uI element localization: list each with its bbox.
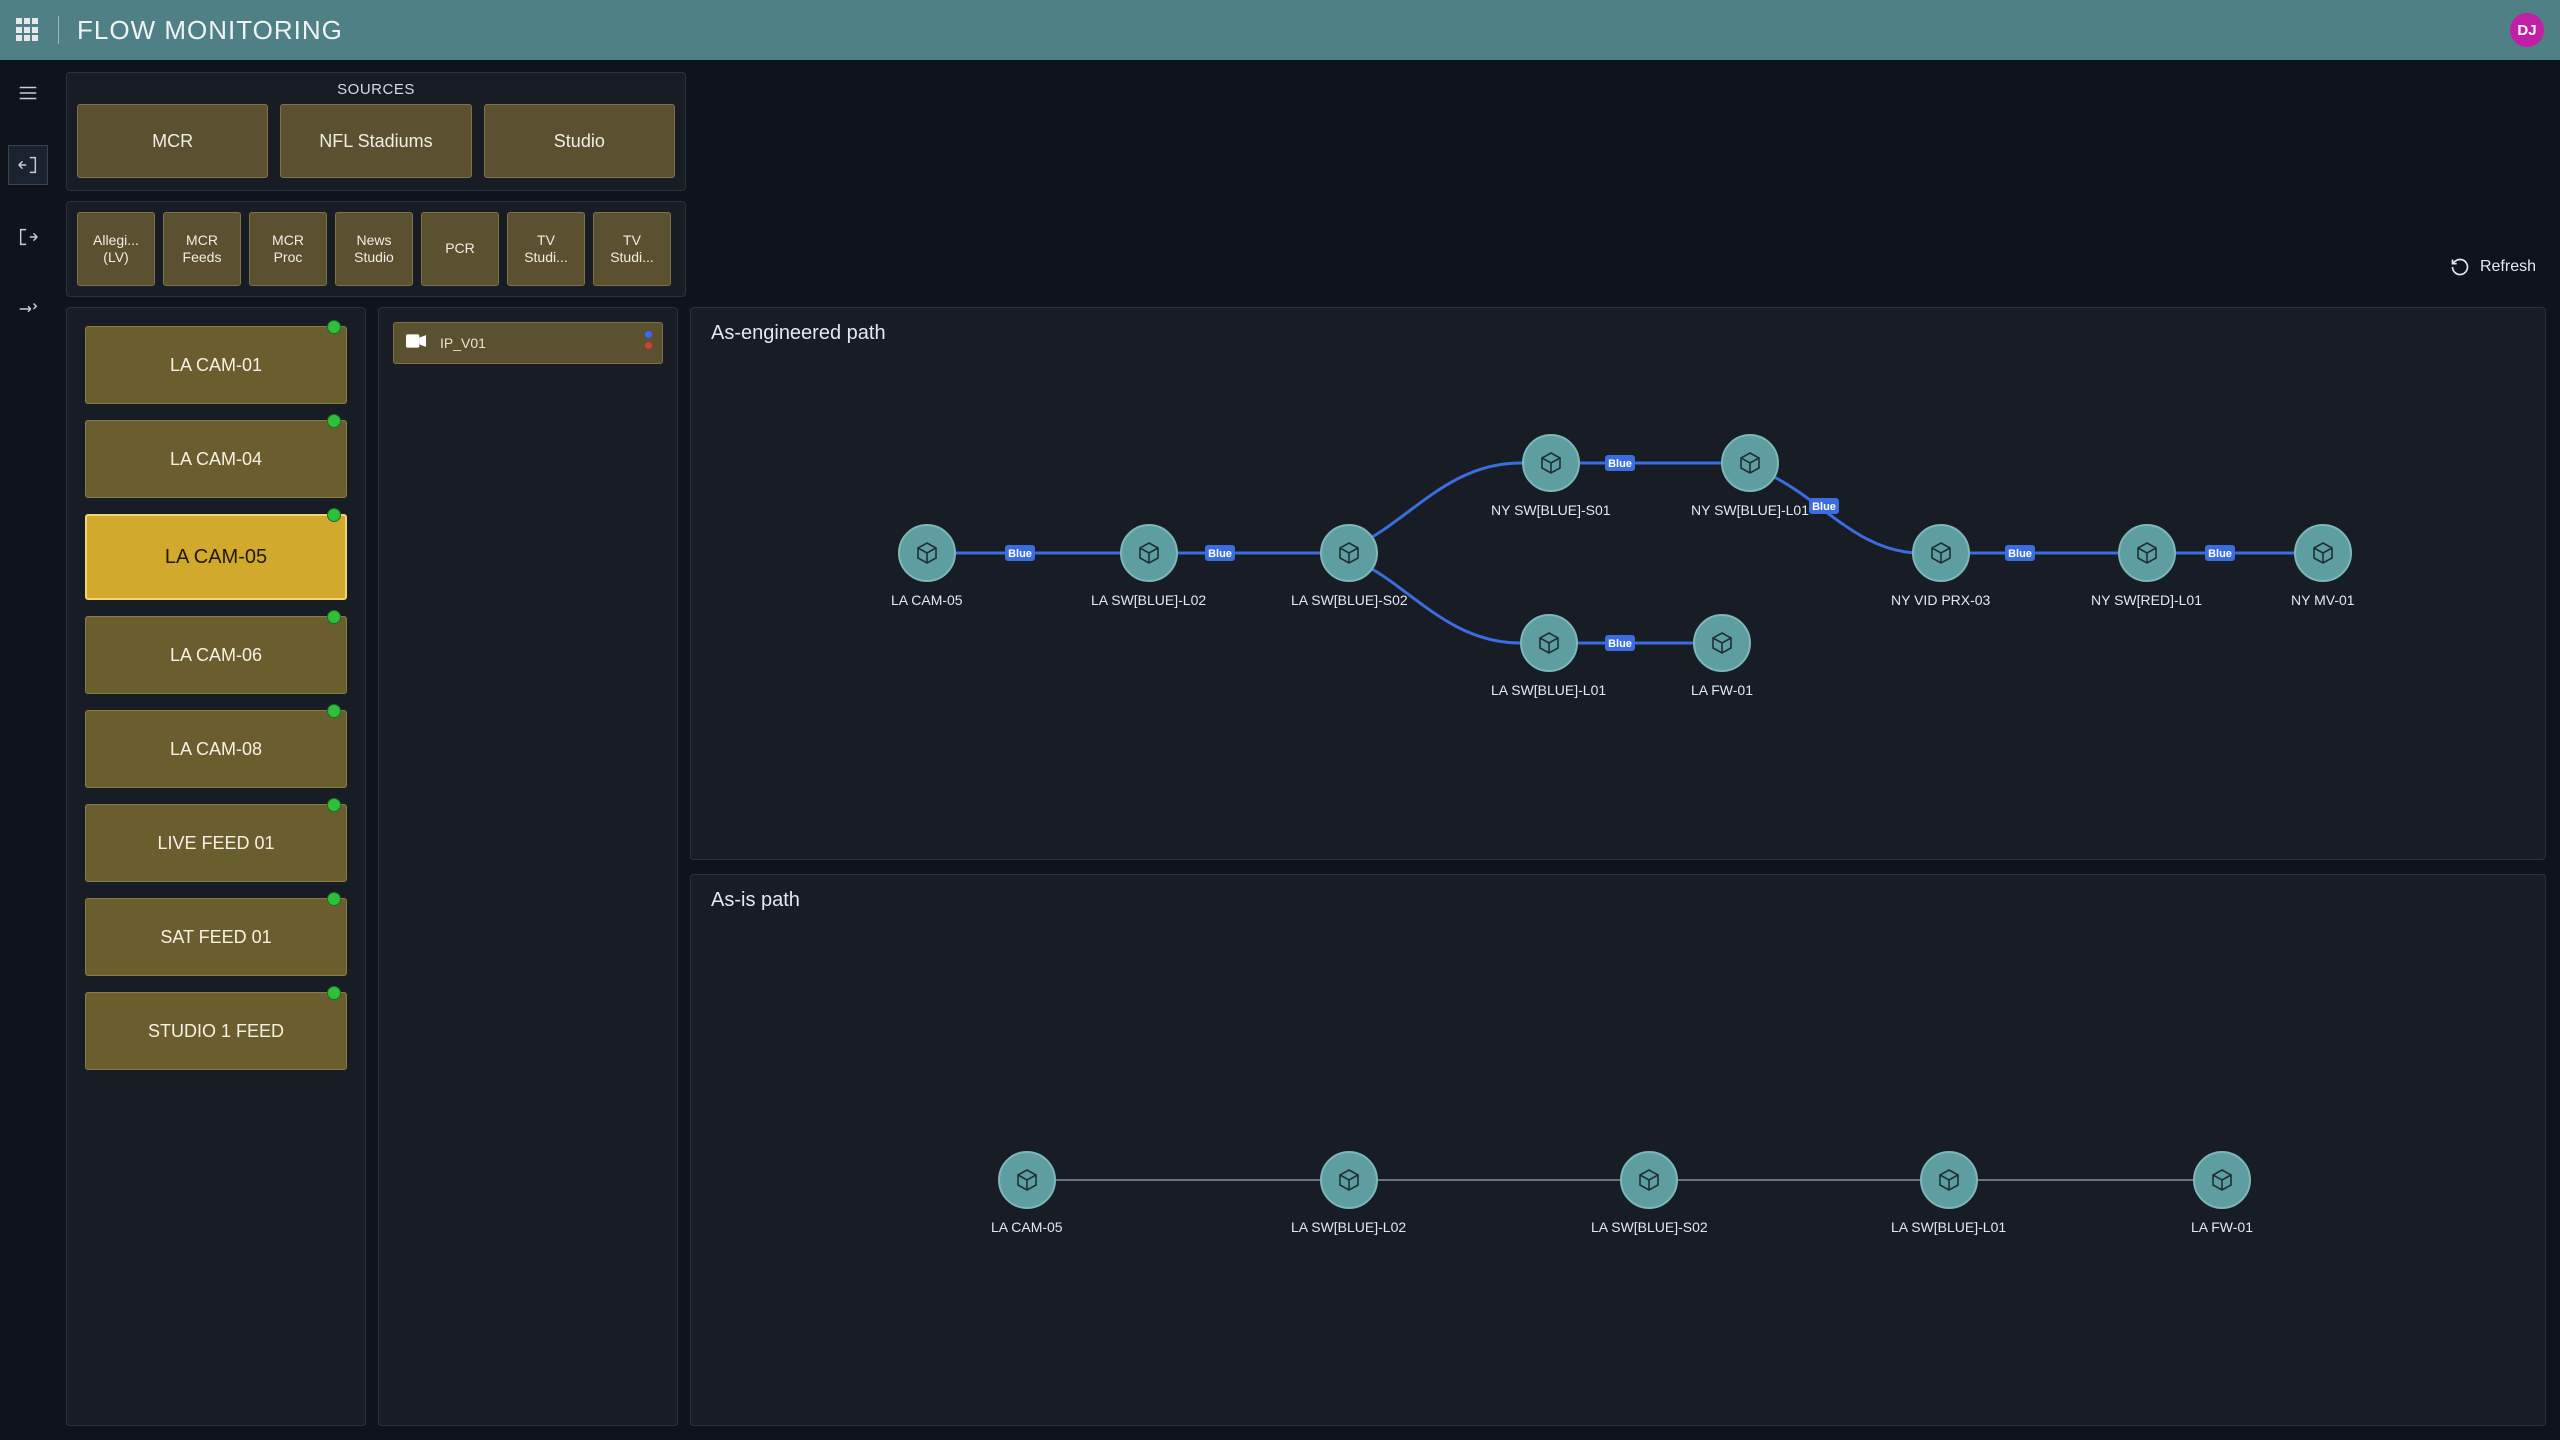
panel-title: As-is path xyxy=(711,889,2525,912)
svg-text:Blue: Blue xyxy=(1608,638,1632,650)
source-item[interactable]: LA CAM-08 xyxy=(85,710,347,788)
topology-node[interactable]: LA SW[BLUE]-L01 xyxy=(1891,1151,2006,1235)
status-dot xyxy=(327,798,341,812)
subcat-mcr-proc[interactable]: MCR Proc xyxy=(249,212,327,286)
status-dot xyxy=(327,704,341,718)
panel-title: As-engineered path xyxy=(711,322,2525,345)
divider xyxy=(58,16,59,44)
sources-panel: SOURCES MCR NFL Stadiums Studio xyxy=(66,72,686,191)
status-dot xyxy=(327,414,341,428)
app-title: FLOW MONITORING xyxy=(77,15,343,46)
status-dot xyxy=(327,320,341,334)
svg-text:Blue: Blue xyxy=(1008,548,1032,560)
topology-node[interactable]: NY SW[RED]-L01 xyxy=(2091,524,2202,608)
subcat-news-studio[interactable]: News Studio xyxy=(335,212,413,286)
app-header: FLOW MONITORING DJ xyxy=(0,0,2560,60)
asis-path-panel: As-is path LA CAM-05 LA SW[BLUE]-L02 LA … xyxy=(690,874,2546,1427)
source-item[interactable]: LA CAM-04 xyxy=(85,420,347,498)
camera-icon xyxy=(406,334,426,353)
subcat-allegi[interactable]: Allegi... (LV) xyxy=(77,212,155,286)
svg-text:Blue: Blue xyxy=(2208,548,2232,560)
topology-node[interactable]: LA SW[BLUE]-S02 xyxy=(1591,1151,1708,1235)
flow-item[interactable]: IP_V01 xyxy=(393,322,663,364)
asis-diagram: LA CAM-05 LA SW[BLUE]-L02 LA SW[BLUE]-S0… xyxy=(691,925,2545,1426)
svg-text:Blue: Blue xyxy=(1208,548,1232,560)
topology-node[interactable]: NY MV-01 xyxy=(2291,524,2355,608)
import-icon[interactable] xyxy=(9,218,47,256)
graphs-column: Refresh As-engineered path xyxy=(690,307,2546,1426)
topology-node[interactable]: LA FW-01 xyxy=(1691,614,1753,698)
source-item[interactable]: STUDIO 1 FEED xyxy=(85,992,347,1070)
source-item-selected[interactable]: LA CAM-05 xyxy=(85,514,347,600)
status-dot xyxy=(327,986,341,1000)
sources-heading: SOURCES xyxy=(77,81,675,98)
hamburger-icon[interactable] xyxy=(9,74,47,112)
export-icon[interactable] xyxy=(9,146,47,184)
flow-status-dots xyxy=(645,331,652,349)
user-avatar[interactable]: DJ xyxy=(2510,13,2544,47)
topology-node[interactable]: LA CAM-05 xyxy=(891,524,963,608)
refresh-icon xyxy=(2450,257,2470,277)
subcat-tv-studio-1[interactable]: TV Studi... xyxy=(507,212,585,286)
topology-node[interactable]: LA SW[BLUE]-L01 xyxy=(1491,614,1606,698)
category-nfl-stadiums[interactable]: NFL Stadiums xyxy=(280,104,471,178)
topology-node[interactable]: LA SW[BLUE]-L02 xyxy=(1291,1151,1406,1235)
source-list-panel: LA CAM-01 LA CAM-04 LA CAM-05 LA CAM-06 … xyxy=(66,307,366,1426)
topology-node[interactable]: LA SW[BLUE]-S02 xyxy=(1291,524,1408,608)
subcategory-panel: Allegi... (LV) MCR Feeds MCR Proc News S… xyxy=(66,201,686,297)
svg-text:Blue: Blue xyxy=(1608,458,1632,470)
source-item[interactable]: LA CAM-01 xyxy=(85,326,347,404)
subcat-tv-studio-2[interactable]: TV Studi... xyxy=(593,212,671,286)
topology-node[interactable]: NY SW[BLUE]-L01 xyxy=(1691,434,1809,518)
subcat-pcr[interactable]: PCR xyxy=(421,212,499,286)
category-mcr[interactable]: MCR xyxy=(77,104,268,178)
engineered-diagram: Blue Blue Blue Blue Blue Blue Blue LA CA… xyxy=(691,358,2545,859)
source-item[interactable]: LA CAM-06 xyxy=(85,616,347,694)
refresh-button[interactable]: Refresh xyxy=(2450,257,2536,277)
topology-node[interactable]: LA FW-01 xyxy=(2191,1151,2253,1235)
source-item[interactable]: LIVE FEED 01 xyxy=(85,804,347,882)
status-dot xyxy=(327,508,341,522)
subcat-mcr-feeds[interactable]: MCR Feeds xyxy=(163,212,241,286)
apps-menu-icon[interactable] xyxy=(16,18,40,42)
status-dot xyxy=(327,892,341,906)
topology-node[interactable]: LA SW[BLUE]-L02 xyxy=(1091,524,1206,608)
svg-text:Blue: Blue xyxy=(2008,548,2032,560)
topology-node[interactable]: NY SW[BLUE]-S01 xyxy=(1491,434,1611,518)
flow-panel: IP_V01 xyxy=(378,307,678,1426)
category-studio[interactable]: Studio xyxy=(484,104,675,178)
refresh-label: Refresh xyxy=(2480,258,2536,276)
topology-node[interactable]: NY VID PRX-03 xyxy=(1891,524,1990,608)
topology-node[interactable]: LA CAM-05 xyxy=(991,1151,1063,1235)
status-dot xyxy=(327,610,341,624)
svg-text:Blue: Blue xyxy=(1812,501,1836,513)
flow-item-label: IP_V01 xyxy=(440,335,486,351)
route-icon[interactable] xyxy=(9,290,47,328)
source-item[interactable]: SAT FEED 01 xyxy=(85,898,347,976)
left-rail xyxy=(0,60,56,1440)
engineered-path-panel: As-engineered path xyxy=(690,307,2546,860)
